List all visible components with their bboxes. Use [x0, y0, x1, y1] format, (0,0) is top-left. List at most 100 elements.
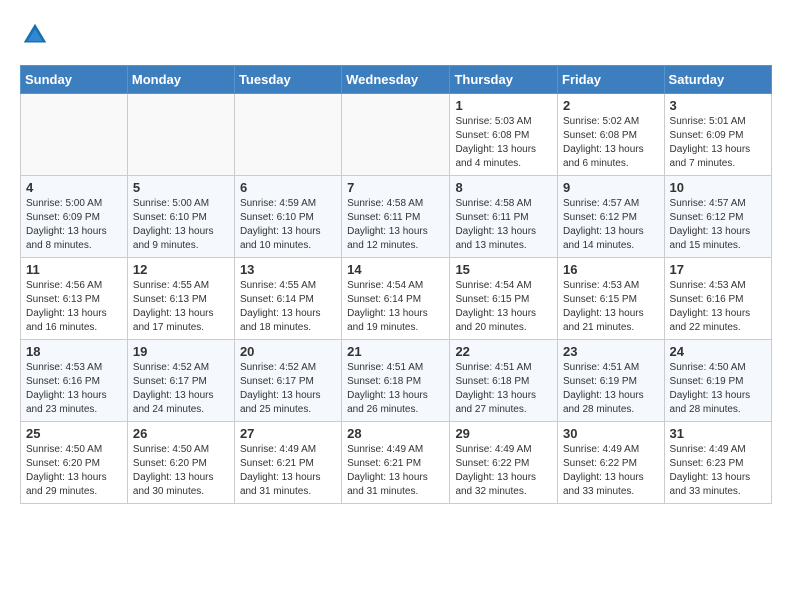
day-info: Sunrise: 4:49 AM Sunset: 6:22 PM Dayligh…: [563, 443, 659, 499]
calendar-cell: 21Sunrise: 4:51 AM Sunset: 6:18 PM Dayli…: [342, 340, 450, 422]
day-number: 1: [455, 98, 552, 113]
day-info: Sunrise: 4:52 AM Sunset: 6:17 PM Dayligh…: [240, 361, 336, 417]
day-info: Sunrise: 4:58 AM Sunset: 6:11 PM Dayligh…: [347, 197, 444, 253]
calendar-week-row: 4 Sunrise: 5:00 AM Sunset: 6:09 PM Daylig…: [21, 176, 772, 258]
calendar-cell: 3 Sunrise: 5:01 AM Sunset: 6:09 PM Daylig…: [664, 94, 771, 176]
day-number: 10: [670, 180, 766, 195]
calendar-cell: 7 Sunrise: 4:58 AM Sunset: 6:11 PM Daylig…: [342, 176, 450, 258]
calendar-week-row: 18Sunrise: 4:53 AM Sunset: 6:16 PM Dayli…: [21, 340, 772, 422]
day-info: Sunrise: 4:54 AM Sunset: 6:15 PM Dayligh…: [455, 279, 552, 335]
calendar-cell: 23 Sunrise: 4:51 AM Sunset: 6:19 PM Dayli…: [558, 340, 665, 422]
day-number: 7: [347, 180, 444, 195]
calendar-week-row: 1 Sunrise: 5:03 AM Sunset: 6:08 PM Daylig…: [21, 94, 772, 176]
calendar-cell: [127, 94, 234, 176]
day-number: 30: [563, 426, 659, 441]
day-info: Sunrise: 4:57 AM Sunset: 6:12 PM Dayligh…: [563, 197, 659, 253]
day-number: 31: [670, 426, 766, 441]
day-of-week-header: Wednesday: [342, 66, 450, 94]
calendar-cell: [21, 94, 128, 176]
day-info: Sunrise: 4:56 AM Sunset: 6:13 PM Dayligh…: [26, 279, 122, 335]
day-info: Sunrise: 4:51 AM Sunset: 6:18 PM Dayligh…: [455, 361, 552, 417]
day-info: Sunrise: 4:51 AM Sunset: 6:19 PM Dayligh…: [563, 361, 659, 417]
day-info: Sunrise: 4:52 AM Sunset: 6:17 PM Dayligh…: [133, 361, 229, 417]
day-info: Sunrise: 4:54 AM Sunset: 6:14 PM Dayligh…: [347, 279, 444, 335]
calendar-cell: 28 Sunrise: 4:49 AM Sunset: 6:21 PM Dayli…: [342, 422, 450, 504]
day-info: Sunrise: 4:59 AM Sunset: 6:10 PM Dayligh…: [240, 197, 336, 253]
calendar-cell: 17 Sunrise: 4:53 AM Sunset: 6:16 PM Dayli…: [664, 258, 771, 340]
day-info: Sunrise: 4:53 AM Sunset: 6:16 PM Dayligh…: [26, 361, 122, 417]
day-number: 19: [133, 344, 229, 359]
day-number: 26: [133, 426, 229, 441]
day-number: 27: [240, 426, 336, 441]
day-number: 22: [455, 344, 552, 359]
calendar-cell: 12 Sunrise: 4:55 AM Sunset: 6:13 PM Dayli…: [127, 258, 234, 340]
day-of-week-header: Thursday: [450, 66, 558, 94]
calendar-table: SundayMondayTuesdayWednesdayThursdayFrid…: [20, 65, 772, 504]
calendar-cell: 1 Sunrise: 5:03 AM Sunset: 6:08 PM Daylig…: [450, 94, 558, 176]
day-number: 11: [26, 262, 122, 277]
day-number: 21: [347, 344, 444, 359]
calendar-cell: 10Sunrise: 4:57 AM Sunset: 6:12 PM Dayli…: [664, 176, 771, 258]
day-number: 13: [240, 262, 336, 277]
day-info: Sunrise: 4:55 AM Sunset: 6:14 PM Dayligh…: [240, 279, 336, 335]
day-info: Sunrise: 5:00 AM Sunset: 6:09 PM Dayligh…: [26, 197, 122, 253]
day-info: Sunrise: 4:49 AM Sunset: 6:21 PM Dayligh…: [347, 443, 444, 499]
calendar-cell: 22 Sunrise: 4:51 AM Sunset: 6:18 PM Dayli…: [450, 340, 558, 422]
calendar-cell: 8 Sunrise: 4:58 AM Sunset: 6:11 PM Daylig…: [450, 176, 558, 258]
logo: [20, 20, 55, 50]
calendar-cell: 5Sunrise: 5:00 AM Sunset: 6:10 PM Daylig…: [127, 176, 234, 258]
calendar-cell: 29 Sunrise: 4:49 AM Sunset: 6:22 PM Dayli…: [450, 422, 558, 504]
day-of-week-header: Saturday: [664, 66, 771, 94]
logo-icon: [20, 20, 50, 50]
day-number: 3: [670, 98, 766, 113]
calendar-cell: 31 Sunrise: 4:49 AM Sunset: 6:23 PM Dayli…: [664, 422, 771, 504]
day-info: Sunrise: 4:49 AM Sunset: 6:22 PM Dayligh…: [455, 443, 552, 499]
day-number: 16: [563, 262, 659, 277]
day-info: Sunrise: 4:55 AM Sunset: 6:13 PM Dayligh…: [133, 279, 229, 335]
calendar-cell: 25 Sunrise: 4:50 AM Sunset: 6:20 PM Dayli…: [21, 422, 128, 504]
calendar-cell: 30 Sunrise: 4:49 AM Sunset: 6:22 PM Dayli…: [558, 422, 665, 504]
calendar-cell: 9 Sunrise: 4:57 AM Sunset: 6:12 PM Daylig…: [558, 176, 665, 258]
day-of-week-header: Sunday: [21, 66, 128, 94]
calendar-cell: 13 Sunrise: 4:55 AM Sunset: 6:14 PM Dayli…: [234, 258, 341, 340]
calendar-cell: 27Sunrise: 4:49 AM Sunset: 6:21 PM Dayli…: [234, 422, 341, 504]
day-info: Sunrise: 4:53 AM Sunset: 6:16 PM Dayligh…: [670, 279, 766, 335]
day-number: 8: [455, 180, 552, 195]
day-number: 20: [240, 344, 336, 359]
calendar-cell: 6 Sunrise: 4:59 AM Sunset: 6:10 PM Daylig…: [234, 176, 341, 258]
calendar-week-row: 11 Sunrise: 4:56 AM Sunset: 6:13 PM Dayli…: [21, 258, 772, 340]
day-number: 5: [133, 180, 229, 195]
page-header: [20, 20, 772, 50]
calendar-cell: 14 Sunrise: 4:54 AM Sunset: 6:14 PM Dayli…: [342, 258, 450, 340]
day-number: 28: [347, 426, 444, 441]
day-number: 23: [563, 344, 659, 359]
day-info: Sunrise: 4:53 AM Sunset: 6:15 PM Dayligh…: [563, 279, 659, 335]
day-number: 25: [26, 426, 122, 441]
calendar-cell: 11 Sunrise: 4:56 AM Sunset: 6:13 PM Dayli…: [21, 258, 128, 340]
day-number: 2: [563, 98, 659, 113]
calendar-cell: [234, 94, 341, 176]
day-of-week-header: Monday: [127, 66, 234, 94]
calendar-header-row: SundayMondayTuesdayWednesdayThursdayFrid…: [21, 66, 772, 94]
day-number: 15: [455, 262, 552, 277]
calendar-cell: 20 Sunrise: 4:52 AM Sunset: 6:17 PM Dayli…: [234, 340, 341, 422]
day-number: 24: [670, 344, 766, 359]
day-number: 29: [455, 426, 552, 441]
calendar-cell: 4 Sunrise: 5:00 AM Sunset: 6:09 PM Daylig…: [21, 176, 128, 258]
day-info: Sunrise: 4:58 AM Sunset: 6:11 PM Dayligh…: [455, 197, 552, 253]
day-number: 9: [563, 180, 659, 195]
day-number: 6: [240, 180, 336, 195]
day-info: Sunrise: 5:03 AM Sunset: 6:08 PM Dayligh…: [455, 115, 552, 171]
day-info: Sunrise: 4:50 AM Sunset: 6:20 PM Dayligh…: [133, 443, 229, 499]
day-number: 14: [347, 262, 444, 277]
day-number: 17: [670, 262, 766, 277]
day-number: 4: [26, 180, 122, 195]
day-info: Sunrise: 4:50 AM Sunset: 6:20 PM Dayligh…: [26, 443, 122, 499]
day-number: 12: [133, 262, 229, 277]
day-info: Sunrise: 4:50 AM Sunset: 6:19 PM Dayligh…: [670, 361, 766, 417]
calendar-cell: 16 Sunrise: 4:53 AM Sunset: 6:15 PM Dayli…: [558, 258, 665, 340]
day-info: Sunrise: 4:49 AM Sunset: 6:23 PM Dayligh…: [670, 443, 766, 499]
calendar-cell: 24 Sunrise: 4:50 AM Sunset: 6:19 PM Dayli…: [664, 340, 771, 422]
calendar-cell: 18Sunrise: 4:53 AM Sunset: 6:16 PM Dayli…: [21, 340, 128, 422]
day-info: Sunrise: 5:01 AM Sunset: 6:09 PM Dayligh…: [670, 115, 766, 171]
